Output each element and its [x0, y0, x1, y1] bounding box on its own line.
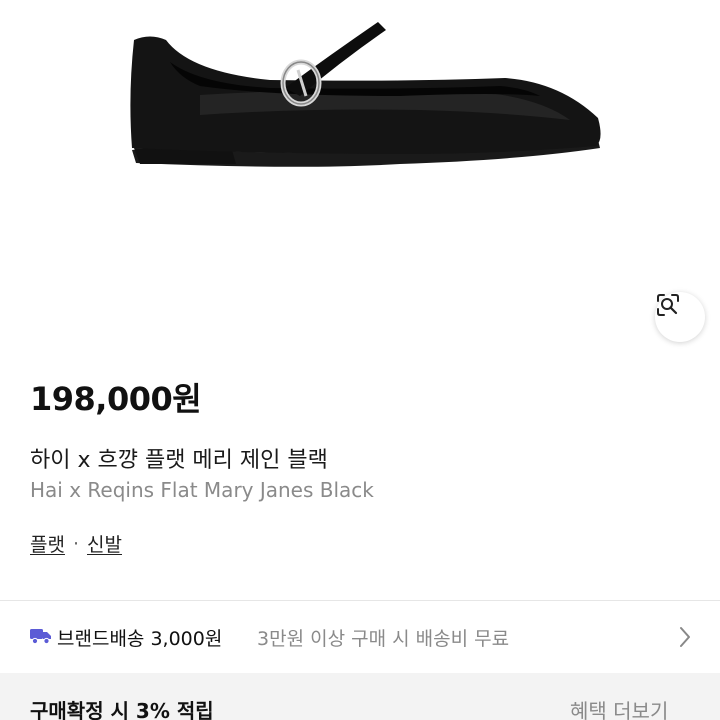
product-title-korean: 하이 x 흐꺙 플랫 메리 제인 블랙 [30, 448, 328, 473]
product-price: 198,000원 [30, 380, 202, 418]
category-separator: · [72, 532, 80, 555]
shoe-illustration [130, 22, 601, 167]
free-shipping-note: 3만원 이상 구매 시 배송비 무료 [257, 628, 510, 650]
benefit-title: 구매확정 시 3% 적립 [30, 699, 214, 720]
chevron-right-icon[interactable] [678, 625, 692, 653]
category-breadcrumb: 플랫 · 신발 [30, 530, 122, 557]
benefit-more-link[interactable]: 혜택 더보기 [570, 695, 668, 720]
product-image[interactable] [0, 0, 720, 360]
category-link-flat[interactable]: 플랫 [30, 530, 65, 557]
shipping-fee-label: 브랜드배송 3,000원 [57, 628, 223, 650]
product-title-english: Hai x Reqins Flat Mary Janes Black [30, 478, 374, 502]
lens-search-button[interactable] [655, 292, 705, 342]
category-link-shoes[interactable]: 신발 [87, 530, 122, 557]
benefit-banner[interactable]: 구매확정 시 3% 적립 혜택 더보기 [0, 673, 720, 720]
shipping-info-row[interactable]: 브랜드배송 3,000원 3만원 이상 구매 시 배송비 무료 [0, 601, 720, 673]
truck-icon [30, 627, 52, 649]
